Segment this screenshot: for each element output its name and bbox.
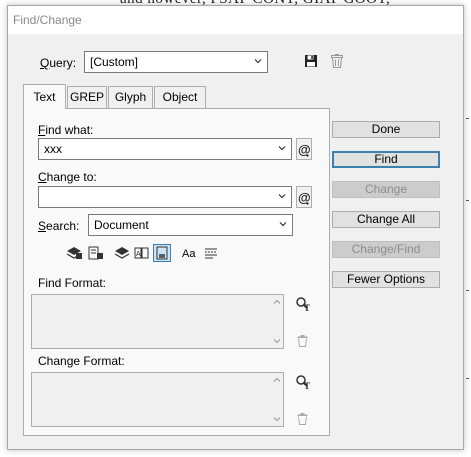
change-to-label-text: hange to: [46,170,97,184]
chevron-down-icon [254,59,262,64]
find-special-characters-button[interactable]: @ [296,138,312,160]
find-what-label: Find what: [38,123,94,137]
change-to-label: Change to: [38,170,97,184]
at-symbol-icon: @ [298,190,311,205]
search-label-text: earch: [46,219,80,233]
whole-word-icon[interactable] [204,247,218,259]
scroll-down-icon[interactable] [273,415,281,423]
find-button[interactable]: Find [332,151,440,168]
find-what-input[interactable]: xxx [38,138,292,160]
find-what-value: xxx [44,142,62,156]
chevron-down-icon [278,194,286,199]
change-all-button[interactable]: Change All [332,211,440,228]
query-label-text: uery: [49,56,77,70]
title-bar[interactable]: Find/Change [8,6,463,34]
tab-object[interactable]: Object [154,86,206,108]
clear-find-format-icon[interactable] [297,335,308,347]
scroll-up-icon[interactable] [273,298,281,306]
tab-text[interactable]: Text [23,84,66,109]
search-scope-value: Document [94,218,149,232]
include-locked-stories-icon[interactable] [88,246,104,260]
include-locked-layers-icon[interactable] [66,246,84,260]
svg-text:T: T [304,381,310,390]
svg-text:@: @ [298,142,311,157]
find-format-box[interactable] [31,294,284,349]
scroll-down-icon[interactable] [273,337,281,345]
chevron-down-icon [279,222,287,227]
svg-text:T: T [304,303,310,312]
search-scope-dropdown[interactable]: Document [88,214,293,236]
find-what-label-text: ind what: [45,123,94,137]
include-hidden-layers-icon[interactable] [114,246,130,260]
background-mark [466,118,469,119]
clear-change-format-icon[interactable] [297,413,308,425]
chevron-down-icon [278,146,286,151]
background-mark [466,290,469,291]
include-footnotes-toggle[interactable] [153,244,171,262]
change-special-characters-button[interactable]: @ [296,186,312,208]
fewer-options-button[interactable]: Fewer Options [332,271,440,288]
svg-text:@: @ [298,190,311,205]
change-format-box[interactable] [31,372,284,427]
svg-text:A: A [136,251,141,258]
background-mark [466,378,469,379]
find-format-label: Find Format: [38,276,107,290]
footnotes-icon [156,246,168,260]
change-to-input[interactable] [38,186,292,208]
done-button[interactable]: Done [332,121,440,138]
save-query-icon[interactable] [304,54,318,68]
tab-grep[interactable]: GREP [67,86,107,108]
query-label: Query: [40,56,77,70]
query-dropdown[interactable]: [Custom] [84,51,268,73]
query-value: [Custom] [90,55,139,69]
background-mark [466,200,469,201]
tab-glyph[interactable]: Glyph [108,86,153,108]
specify-find-format-icon[interactable]: T [295,296,311,312]
change-button[interactable]: Change [332,181,440,198]
case-sensitive-toggle[interactable]: Aa [182,248,195,260]
change-format-label: Change Format: [38,354,125,368]
include-master-pages-icon[interactable]: A [134,246,150,260]
at-symbol-icon: @ [298,142,311,157]
specify-change-format-icon[interactable]: T [295,374,311,390]
scroll-up-icon[interactable] [273,376,281,384]
dialog-title: Find/Change [13,13,82,27]
find-change-dialog: Find/Change Query: [Custom] Text GREP Gl… [7,5,464,450]
change-find-button[interactable]: Change/Find [332,241,440,258]
search-label: Search: [38,219,80,233]
delete-query-icon[interactable] [331,54,343,68]
